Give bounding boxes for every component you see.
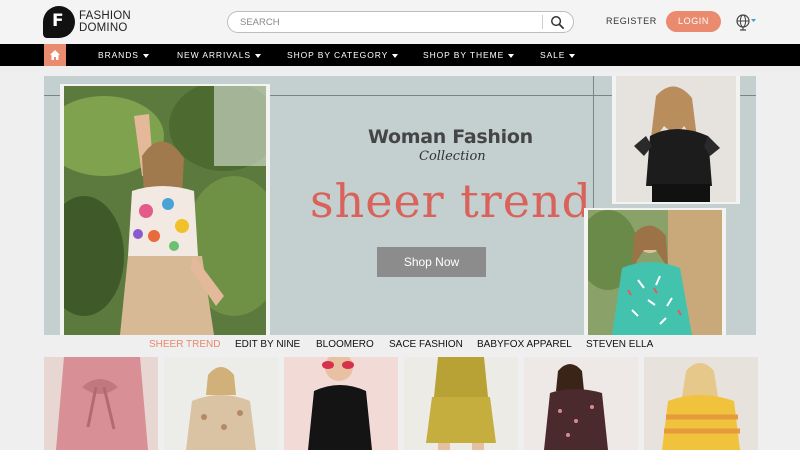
- banner-headline: sheer trend: [310, 174, 593, 228]
- product-card[interactable]: [524, 357, 638, 450]
- language-globe-icon[interactable]: [735, 13, 757, 31]
- logo-mark: F: [43, 6, 75, 38]
- search-divider: [542, 15, 543, 29]
- site-logo[interactable]: F FASHION DOMINO: [43, 6, 131, 38]
- site-header: F FASHION DOMINO REGISTER LOGIN: [0, 0, 800, 44]
- banner-title: Woman Fashion: [368, 126, 533, 148]
- hero-model-photo-right-top: [616, 76, 736, 202]
- nav-brands-label: BRANDS: [98, 50, 139, 60]
- product-card[interactable]: [284, 357, 398, 450]
- home-icon: [50, 50, 60, 60]
- brand-tabs: SHEER TREND EDIT BY NINE BLOOMERO SACE F…: [0, 337, 800, 353]
- home-button[interactable]: [44, 44, 66, 66]
- logo-line-2: DOMINO: [79, 22, 128, 34]
- brand-tab-edit-by-nine[interactable]: EDIT BY NINE: [235, 339, 300, 350]
- nav-shop-by-category-label: SHOP BY CATEGORY: [287, 50, 389, 60]
- nav-brands[interactable]: BRANDS: [98, 44, 149, 66]
- search-bar: [227, 11, 574, 33]
- brand-tab-sheer-trend[interactable]: SHEER TREND: [149, 339, 221, 350]
- nav-new-arrivals[interactable]: NEW ARRIVALS: [177, 44, 261, 66]
- search-input[interactable]: [240, 15, 530, 30]
- nav-sale-label: SALE: [540, 50, 566, 60]
- banner-subtitle: Collection: [419, 149, 486, 164]
- chevron-down-icon: [392, 53, 399, 58]
- logo-line-1: FASHION: [79, 10, 131, 22]
- nav-shop-by-theme-label: SHOP BY THEME: [423, 50, 505, 60]
- nav-shop-by-category[interactable]: SHOP BY CATEGORY: [287, 44, 399, 66]
- login-button[interactable]: LOGIN: [666, 11, 721, 32]
- brand-tab-steven-ella[interactable]: STEVEN ELLA: [586, 339, 653, 350]
- main-nav: BRANDS NEW ARRIVALS SHOP BY CATEGORY SHO…: [0, 44, 800, 66]
- hero-model-photo-left: [64, 86, 266, 335]
- nav-shop-by-theme[interactable]: SHOP BY THEME: [423, 44, 515, 66]
- hero-banner[interactable]: Woman Fashion Collection sheer trend Sho…: [44, 76, 756, 335]
- search-icon[interactable]: [550, 15, 565, 30]
- shop-now-button[interactable]: Shop Now: [377, 247, 486, 277]
- register-link[interactable]: REGISTER: [606, 16, 657, 26]
- product-card[interactable]: [164, 357, 278, 450]
- chevron-down-icon: [254, 53, 261, 58]
- nav-sale[interactable]: SALE: [540, 44, 576, 66]
- product-card[interactable]: [644, 357, 758, 450]
- product-card[interactable]: [44, 357, 158, 450]
- chevron-down-icon: [569, 53, 576, 58]
- brand-tab-babyfox-apparel[interactable]: BABYFOX APPAREL: [477, 339, 572, 350]
- product-strip: [44, 357, 758, 450]
- logo-wordmark: FASHION DOMINO: [79, 10, 131, 34]
- hero-model-photo-right-bottom: [588, 210, 722, 335]
- brand-tab-sace-fashion[interactable]: SACE FASHION: [389, 339, 463, 350]
- product-card[interactable]: [404, 357, 518, 450]
- brand-tab-bloomero[interactable]: BLOOMERO: [316, 339, 374, 350]
- chevron-down-icon: [508, 53, 515, 58]
- nav-new-arrivals-label: NEW ARRIVALS: [177, 50, 251, 60]
- chevron-down-icon: [142, 53, 149, 58]
